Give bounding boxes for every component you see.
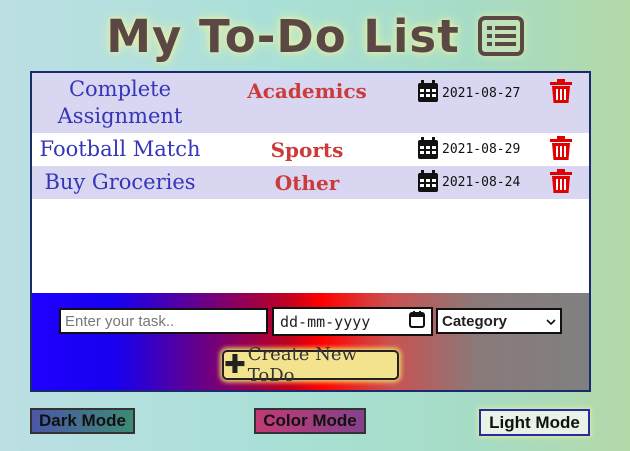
plus-icon: ✚ xyxy=(224,350,246,380)
create-todo-button[interactable]: ✚ Create New ToDo xyxy=(222,344,399,386)
trash-icon[interactable] xyxy=(550,135,572,164)
category-select-value: Category xyxy=(442,312,508,330)
todo-date: 2021-08-29 xyxy=(418,136,521,163)
todo-category: Other xyxy=(274,170,340,195)
todo-date: 2021-08-24 xyxy=(418,169,521,196)
task-input[interactable] xyxy=(59,308,268,334)
todo-item: Football Match Sports 2021-08-29 xyxy=(32,133,589,166)
category-select[interactable]: Category xyxy=(436,308,562,334)
todo-task: Complete Assignment xyxy=(57,77,183,128)
todo-date-text: 2021-08-29 xyxy=(442,142,521,157)
dark-mode-button[interactable]: Dark Mode xyxy=(30,408,135,434)
color-mode-button[interactable]: Color Mode xyxy=(254,408,366,434)
todo-date-text: 2021-08-27 xyxy=(442,85,521,101)
calendar-icon[interactable] xyxy=(409,311,425,332)
todo-card: Complete Assignment Academics 2021-08-27… xyxy=(30,71,591,392)
todo-task: Football Match xyxy=(39,137,201,161)
date-input[interactable]: dd-mm-yyyy xyxy=(272,307,433,336)
todo-date: 2021-08-27 xyxy=(418,80,520,106)
list-icon xyxy=(477,16,524,56)
trash-icon[interactable] xyxy=(550,168,572,197)
trash-icon[interactable] xyxy=(550,79,572,107)
create-todo-label: Create New ToDo xyxy=(247,344,357,386)
todo-task: Buy Groceries xyxy=(44,170,196,194)
todo-date-text: 2021-08-24 xyxy=(442,175,521,190)
new-todo-form: dd-mm-yyyy Category ✚ Create New ToDo xyxy=(32,293,589,390)
todo-item: Buy Groceries Other 2021-08-24 xyxy=(32,166,589,199)
date-input-text: dd-mm-yyyy xyxy=(280,312,371,331)
calendar-icon xyxy=(418,169,438,196)
todo-item: Complete Assignment Academics 2021-08-27 xyxy=(32,73,589,133)
light-mode-button[interactable]: Light Mode xyxy=(479,409,590,436)
page-title: My To-Do List xyxy=(106,9,460,63)
header: My To-Do List xyxy=(0,4,630,68)
chevron-down-icon xyxy=(546,313,556,330)
todo-list: Complete Assignment Academics 2021-08-27… xyxy=(32,73,589,199)
todo-category: Academics xyxy=(247,79,367,103)
calendar-icon xyxy=(418,80,438,106)
calendar-icon xyxy=(418,136,438,163)
todo-category: Sports xyxy=(270,137,344,162)
